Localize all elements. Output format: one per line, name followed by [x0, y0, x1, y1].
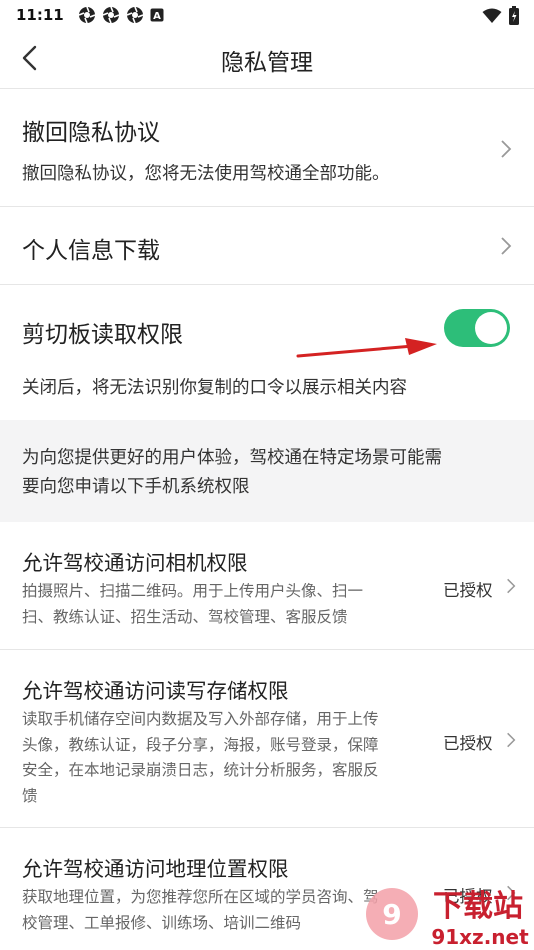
battery-icon [509, 6, 519, 25]
permission-status: 已授权 [443, 734, 493, 753]
chevron-right-icon [501, 237, 512, 255]
personal-info-download-title: 个人信息下载 [22, 238, 160, 264]
status-time: 11:11 [16, 6, 64, 24]
revoke-privacy-desc: 撤回隐私协议，您将无法使用驾校通全部功能。 [22, 164, 390, 184]
status-bar: 11:11 A [0, 0, 534, 30]
permission-desc-line: 头像，教练认证，段子分享，海报，账号登录，保障 [22, 735, 379, 754]
permission-desc-line: 安全，在本地记录崩溃日志，统计分析服务，客服反 [22, 761, 379, 779]
toggle-knob [475, 312, 507, 344]
notice-line: 要向您申请以下手机系统权限 [22, 477, 250, 497]
chevron-right-icon [507, 578, 516, 594]
clipboard-permission-row: 剪切板读取权限 关闭后，将无法识别你复制的口令以展示相关内容 [0, 285, 534, 420]
permission-desc-line: 拍摄照片、扫描二维码。用于上传用户头像、扫一 [22, 582, 364, 600]
permission-desc: 读取手机储存空间内数据及写入外部存储，用于上传 头像，教练认证，段子分享，海报，… [22, 707, 414, 809]
permission-item-storage[interactable]: 允许驾校通访问读写存储权限 读取手机储存空间内数据及写入外部存储，用于上传 头像… [0, 650, 534, 827]
personal-info-download-row[interactable]: 个人信息下载 [0, 207, 534, 284]
notification-app-icon [78, 6, 96, 24]
permission-title: 允许驾校通访问地理位置权限 [22, 857, 289, 881]
notice-line: 为向您提供更好的用户体验，驾校通在特定场景可能需 [22, 448, 442, 468]
wifi-icon [482, 8, 502, 23]
permission-title: 允许驾校通访问相机权限 [22, 551, 248, 575]
permission-desc: 获取地理位置，为您推荐您所在区域的学员咨询、驾 校管理、工单报修、训练场、培训二… [22, 885, 414, 936]
permission-desc-line: 馈 [22, 786, 38, 805]
clipboard-toggle-switch[interactable] [444, 309, 510, 347]
svg-text:A: A [153, 11, 161, 22]
permission-item-camera[interactable]: 允许驾校通访问相机权限 拍摄照片、扫描二维码。用于上传用户头像、扫一 扫、教练认… [0, 522, 534, 649]
chevron-right-icon [507, 732, 516, 748]
svg-text:9: 9 [382, 898, 401, 931]
permission-desc-line: 校管理、工单报修、训练场、培训二维码 [22, 913, 302, 932]
permission-desc-line: 获取地理位置，为您推荐您所在区域的学员咨询、驾 [22, 888, 379, 906]
revoke-privacy-title: 撤回隐私协议 [22, 120, 160, 146]
red-annotation-arrow [296, 338, 437, 358]
navigation-bar: 隐私管理 [0, 30, 534, 88]
site-watermark-logo: 9 下载站 91xz.net [366, 888, 529, 949]
permission-notice: 为向您提供更好的用户体验，驾校通在特定场景可能需 要向您申请以下手机系统权限 [0, 420, 534, 522]
permission-status: 已授权 [443, 581, 493, 600]
clipboard-permission-title: 剪切板读取权限 [22, 322, 183, 348]
permission-title: 允许驾校通访问读写存储权限 [22, 679, 289, 703]
svg-text:91xz.net: 91xz.net [431, 925, 529, 949]
page-title: 隐私管理 [221, 50, 313, 76]
permission-desc: 拍摄照片、扫描二维码。用于上传用户头像、扫一 扫、教练认证、招生活动、驾校管理、… [22, 579, 414, 630]
clipboard-permission-desc: 关闭后，将无法识别你复制的口令以展示相关内容 [22, 378, 407, 398]
revoke-privacy-row[interactable]: 撤回隐私协议 撤回隐私协议，您将无法使用驾校通全部功能。 [0, 89, 534, 206]
chevron-right-icon [501, 140, 512, 158]
permission-desc-line: 读取手机储存空间内数据及写入外部存储，用于上传 [22, 710, 379, 728]
notification-app-icon [102, 6, 120, 24]
svg-text:下载站: 下载站 [433, 889, 523, 924]
permission-desc-line: 扫、教练认证、招生活动、驾校管理、客服反馈 [22, 607, 348, 626]
keyboard-a-icon: A [150, 8, 164, 22]
notification-app-icon [126, 6, 144, 24]
